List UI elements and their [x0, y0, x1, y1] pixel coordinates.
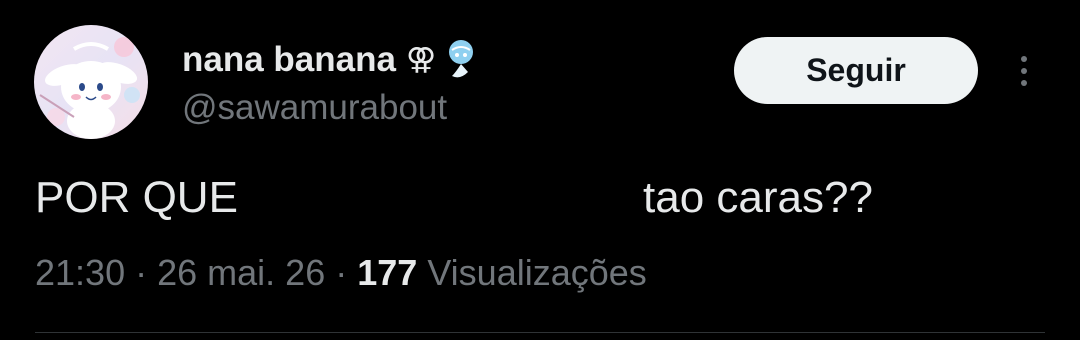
- views-count[interactable]: 177: [357, 252, 417, 293]
- divider: [35, 332, 1045, 333]
- avatar[interactable]: [34, 25, 148, 139]
- tweet-text-part-1: POR QUE: [35, 173, 238, 222]
- more-dot-icon: [1021, 80, 1027, 86]
- lesbian-symbol-icon: ⚢: [405, 43, 437, 76]
- display-name-row[interactable]: nana banana ⚢: [182, 38, 478, 82]
- meta-separator: ·: [135, 252, 158, 293]
- tweet-date[interactable]: 26 mai. 26: [157, 252, 325, 293]
- views-label[interactable]: Visualizações: [417, 252, 646, 293]
- meta-separator: ·: [335, 252, 358, 293]
- tweet-meta: 21:30 · 26 mai. 26 · 177 Visualizações: [35, 252, 647, 294]
- more-dot-icon: [1021, 56, 1027, 62]
- cinnamoroll-avatar-icon: [34, 25, 148, 139]
- follow-button[interactable]: Seguir: [734, 37, 978, 104]
- user-handle[interactable]: @sawamurabout: [182, 88, 447, 128]
- more-dot-icon: [1021, 68, 1027, 74]
- tweet-text-part-2: tao caras??: [643, 173, 873, 222]
- display-name[interactable]: nana banana: [182, 40, 396, 80]
- more-options-button[interactable]: [1008, 50, 1040, 92]
- wind-chime-icon: [444, 38, 478, 82]
- tweet-time[interactable]: 21:30: [35, 252, 125, 293]
